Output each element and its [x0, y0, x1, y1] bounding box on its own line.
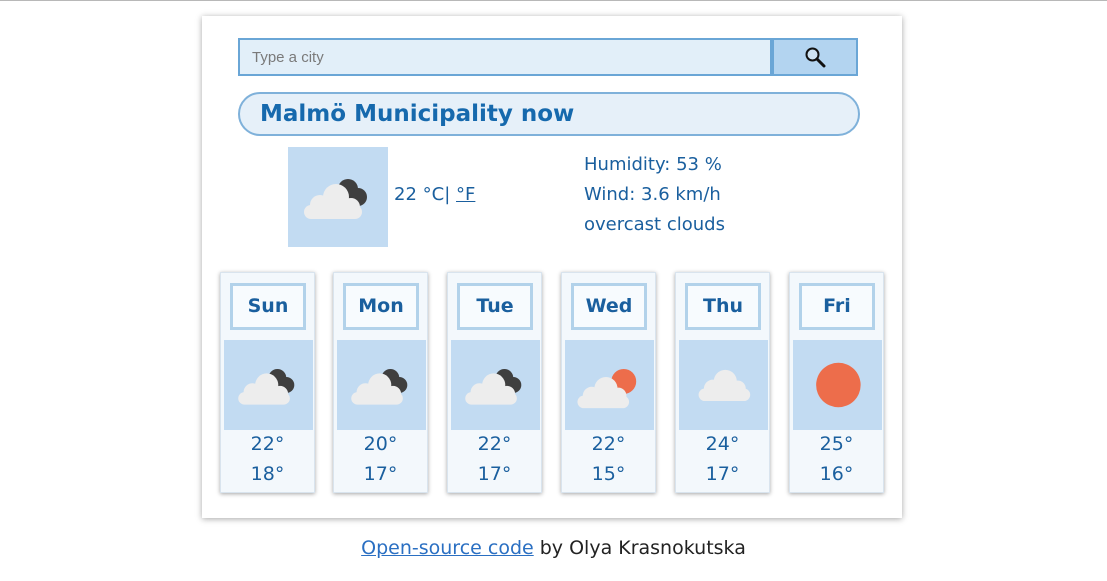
forecast-high: 22°: [591, 433, 626, 455]
forecast-icon-box: [565, 340, 654, 430]
forecast-high: 20°: [363, 433, 398, 455]
cloudy-icon: [304, 179, 367, 219]
humidity: Humidity: 53 %: [584, 154, 722, 175]
forecast-low: 16°: [819, 463, 854, 485]
partly-sunny-icon: [577, 368, 637, 409]
unit-fahrenheit-link[interactable]: °F: [456, 184, 475, 205]
forecast-day-name: Tue: [457, 283, 533, 330]
weather-description: overcast clouds: [584, 214, 725, 235]
weather-details: Humidity: 53 % Wind: 3.6 km/h overcast c…: [584, 150, 725, 240]
open-source-link[interactable]: Open-source code: [361, 537, 534, 559]
forecast-icon-box: [793, 340, 882, 430]
footer: Open-source code by Olya Krasnokutska: [0, 537, 1107, 559]
forecast-high: 22°: [250, 433, 285, 455]
current-weather-icon-box: [288, 147, 388, 247]
forecast-day-name: Thu: [685, 283, 761, 330]
weather-card: Malmö Municipality now 22 °C| °F Humidit…: [202, 16, 902, 518]
forecast-low: 17°: [363, 463, 398, 485]
forecast-day: Thu 24° 17°: [675, 272, 770, 493]
forecast-day-name: Fri: [799, 283, 875, 330]
search-button[interactable]: [772, 38, 858, 76]
forecast-day: Mon 20° 17°: [333, 272, 428, 493]
forecast-low: 17°: [477, 463, 512, 485]
forecast-high: 25°: [819, 433, 854, 455]
unit-celsius[interactable]: °C|: [423, 184, 451, 205]
wind: Wind: 3.6 km/h: [584, 184, 721, 205]
forecast-low: 15°: [591, 463, 626, 485]
forecast-list: Sun 22° 18° Mon 20° 17° Tue 22° 17° Wed …: [220, 272, 884, 493]
forecast-day: Tue 22° 17°: [447, 272, 542, 493]
footer-author: by Olya Krasnokutska: [533, 537, 746, 559]
forecast-day: Fri 25° 16°: [789, 272, 884, 493]
city-search-input[interactable]: [238, 38, 772, 76]
search-icon: [805, 47, 826, 68]
cloud-icon: [698, 369, 751, 402]
forecast-day-name: Wed: [571, 283, 647, 330]
forecast-icon-box: [224, 340, 313, 430]
forecast-icon-box: [679, 340, 768, 430]
forecast-day: Wed 22° 15°: [561, 272, 656, 493]
forecast-low: 17°: [705, 463, 740, 485]
sun-icon: [816, 362, 861, 408]
forecast-high: 22°: [477, 433, 512, 455]
cloudy-icon: [238, 368, 295, 405]
cloudy-icon: [465, 368, 522, 405]
cloudy-icon: [351, 368, 408, 405]
current-temperature: 22 °C| °F: [394, 184, 475, 205]
forecast-day-name: Mon: [343, 283, 419, 330]
top-divider: [0, 0, 1107, 1]
forecast-high: 24°: [705, 433, 740, 455]
forecast-low: 18°: [250, 463, 285, 485]
forecast-day: Sun 22° 18°: [220, 272, 315, 493]
forecast-icon-box: [337, 340, 426, 430]
forecast-day-name: Sun: [230, 283, 306, 330]
forecast-icon-box: [451, 340, 540, 430]
temperature-value: 22: [394, 184, 417, 205]
city-heading: Malmö Municipality now: [238, 92, 860, 136]
